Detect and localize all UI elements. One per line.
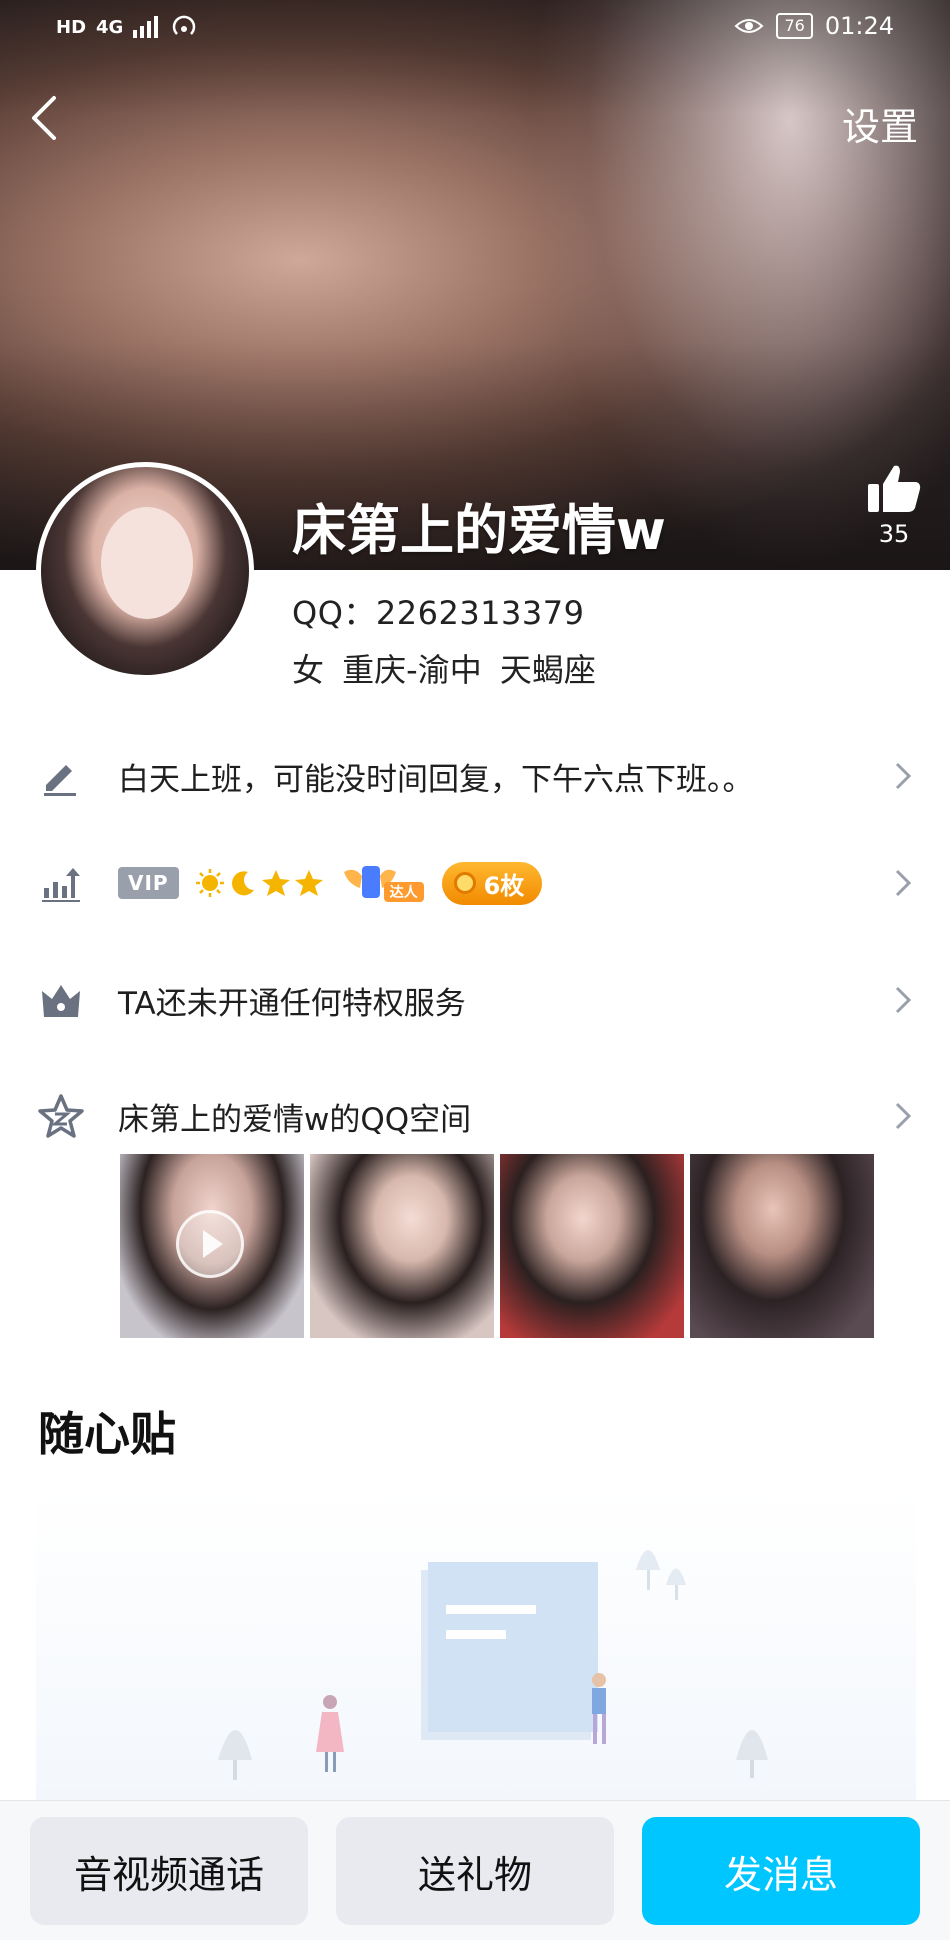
- moon-icon: [231, 871, 254, 896]
- privilege-row[interactable]: TA还未开通任何特权服务: [0, 950, 950, 1050]
- hotspot-icon: [173, 15, 196, 35]
- qzone-photos: [120, 1154, 874, 1338]
- level-row[interactable]: VIP 达人 6枚: [0, 833, 950, 933]
- play-icon: [176, 1210, 244, 1278]
- like-button[interactable]: 35: [864, 462, 924, 548]
- thumbs-up-icon: [868, 465, 921, 512]
- level-up-icon: [42, 868, 80, 902]
- daren-badge: 达人: [340, 862, 426, 904]
- signature-row[interactable]: 白天上班，可能没时间回复，下午六点下班。。: [0, 726, 950, 826]
- medal-count: 6枚: [483, 871, 525, 900]
- badge-list: VIP 达人 6枚: [118, 861, 543, 905]
- sun-icon: [195, 869, 224, 897]
- section-title: 随心贴: [38, 1407, 176, 1461]
- qq-level-badges: [195, 868, 324, 898]
- send-gift-button[interactable]: 送礼物: [336, 1817, 614, 1925]
- empty-state-illustration: [218, 1550, 768, 1780]
- bottom-action-bar: 音视频通话 送礼物 发消息: [0, 1800, 950, 1940]
- send-message-button[interactable]: 发消息: [642, 1817, 920, 1925]
- status-left: HD 4G: [56, 14, 197, 40]
- qzone-video-thumbnail[interactable]: [120, 1154, 304, 1338]
- medal-badge: 6枚: [441, 861, 543, 905]
- eye-icon: [734, 19, 764, 33]
- battery-indicator: 76: [776, 13, 813, 39]
- nickname: 床第上的爱情w: [292, 499, 666, 562]
- qzone-photo[interactable]: [690, 1154, 874, 1338]
- chevron-right-icon: [895, 986, 912, 1014]
- signal-label: 4G: [96, 16, 124, 38]
- av-call-button[interactable]: 音视频通话: [30, 1817, 308, 1925]
- edit-icon: [44, 765, 76, 796]
- clock: 01:24: [824, 12, 894, 40]
- vip-badge: VIP: [118, 867, 179, 899]
- qzone-row[interactable]: 床第上的爱情w的QQ空间: [0, 1066, 950, 1166]
- medal-icon: [453, 872, 476, 894]
- likes-count: 35: [878, 520, 910, 548]
- network-label: HD: [56, 16, 87, 38]
- chevron-right-icon: [895, 869, 912, 897]
- signature-text: 白天上班，可能没时间回复，下午六点下班。。: [118, 761, 754, 798]
- avatar[interactable]: [36, 462, 254, 680]
- settings-button[interactable]: 设置: [842, 96, 918, 151]
- back-icon[interactable]: [24, 92, 64, 144]
- signal-icon: [133, 16, 159, 38]
- qzone-text: 床第上的爱情w的QQ空间: [118, 1101, 472, 1138]
- star-icon: [294, 870, 323, 896]
- gender-location: 女 重庆-渝中 天蝎座: [292, 651, 596, 689]
- chevron-right-icon: [895, 1102, 912, 1130]
- qq-number: QQ：2262313379: [292, 594, 585, 632]
- qzone-star-icon: [38, 1094, 84, 1138]
- daren-label: 达人: [389, 885, 418, 901]
- empty-illustration: [36, 1490, 916, 1800]
- star-icon: [261, 870, 290, 896]
- qzone-photo[interactable]: [500, 1154, 684, 1338]
- avatar-face: [101, 507, 193, 619]
- crown-icon: [42, 985, 80, 1017]
- chevron-right-icon: [895, 762, 912, 790]
- status-bar: HD 4G 76 01:24: [0, 0, 950, 58]
- status-right: 76 01:24: [734, 12, 894, 40]
- privilege-text: TA还未开通任何特权服务: [118, 985, 466, 1022]
- qzone-photo[interactable]: [310, 1154, 494, 1338]
